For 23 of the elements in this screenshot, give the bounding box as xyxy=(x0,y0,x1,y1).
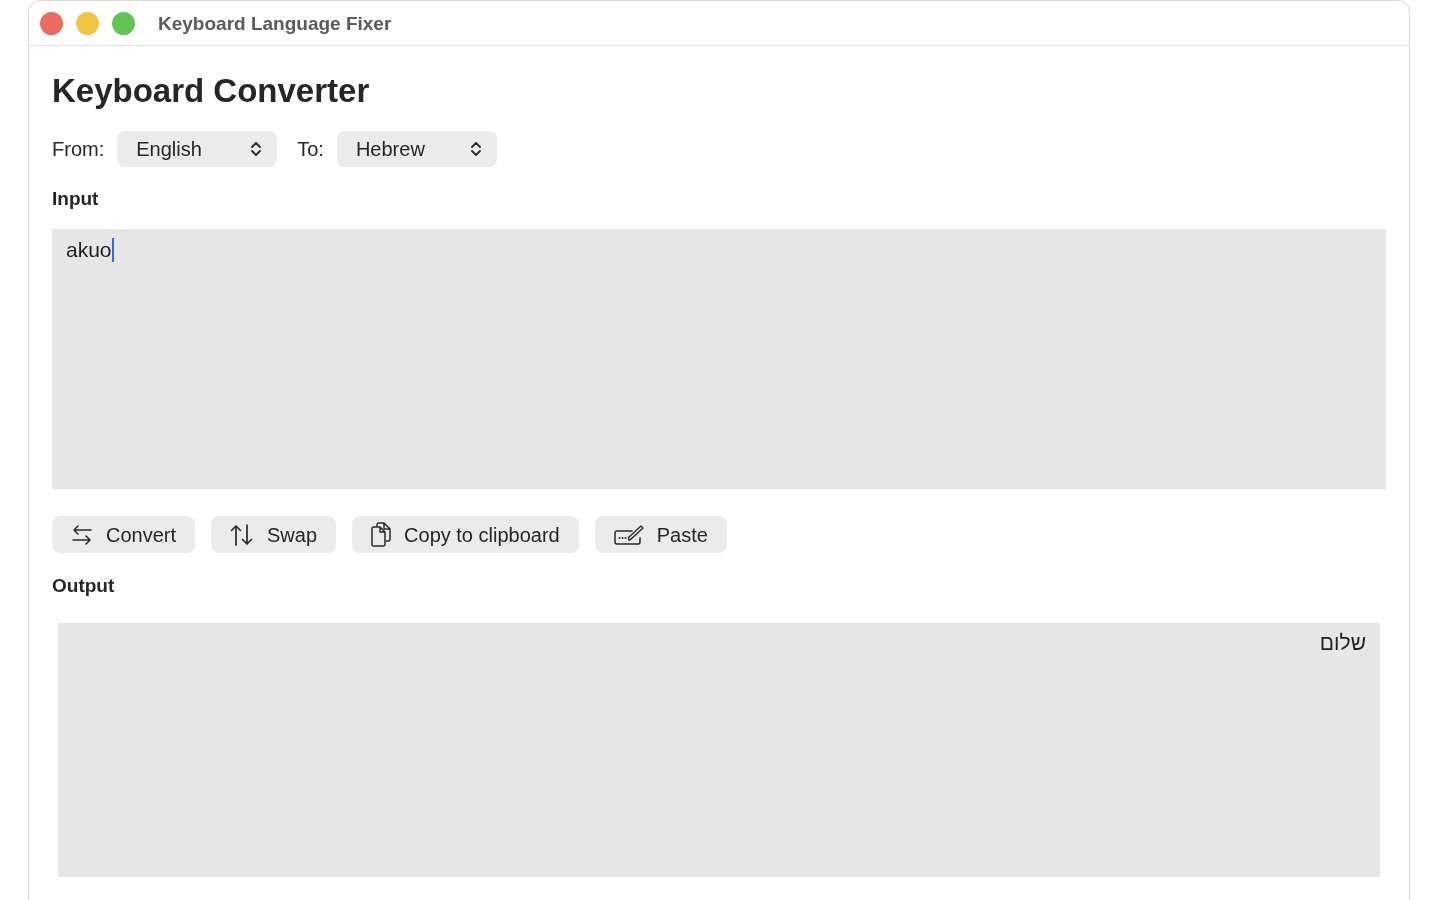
up-down-chevron-icon xyxy=(469,140,482,158)
selector-label: To: xyxy=(297,139,324,159)
selector-label: From: xyxy=(52,139,105,159)
input-label: Input xyxy=(52,187,99,211)
copy-documents-icon xyxy=(371,522,392,547)
output-field[interactable]: שלום xyxy=(58,623,1380,877)
copy-button[interactable]: Copy to clipboard xyxy=(352,516,579,553)
convert-button[interactable]: Convert xyxy=(52,516,196,553)
signature-icon xyxy=(613,524,644,545)
swap-button[interactable]: Swap xyxy=(211,516,337,553)
zoom-button[interactable] xyxy=(112,11,135,35)
left-right-arrows-icon xyxy=(71,523,93,546)
minimize-button[interactable] xyxy=(76,11,99,35)
page-heading: Keyboard Converter xyxy=(52,74,371,107)
language-select[interactable]: English xyxy=(117,131,278,167)
up-down-chevron-icon xyxy=(250,140,263,158)
paste-button[interactable]: Paste xyxy=(594,516,727,553)
window-title: Keyboard Language Fixer xyxy=(158,13,392,33)
output-label: Output xyxy=(52,574,115,598)
up-down-arrows-icon xyxy=(230,523,255,546)
close-button[interactable] xyxy=(40,11,63,35)
language-select[interactable]: Hebrew xyxy=(336,131,497,167)
input-field[interactable]: akuo xyxy=(52,229,1386,489)
